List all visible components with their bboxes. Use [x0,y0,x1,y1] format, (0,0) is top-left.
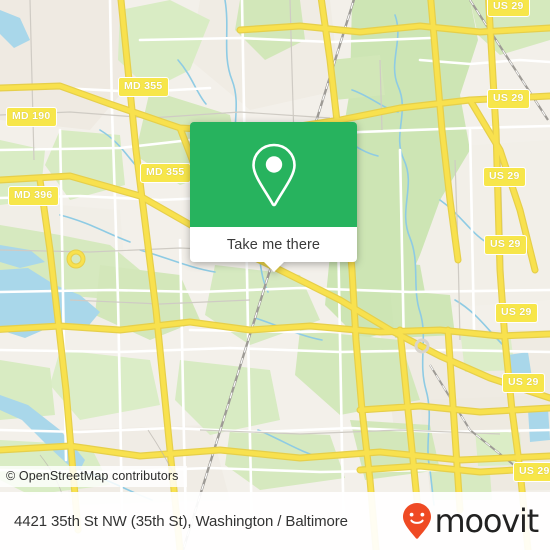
take-me-there-label: Take me there [226,236,321,253]
map-pin-icon [251,143,296,206]
moovit-pin-smiley-icon [403,503,432,539]
footer-bar: 4421 35th St NW (35th St), Washington / … [0,492,550,550]
osm-attribution[interactable]: © OpenStreetMap contributors [0,466,187,487]
map-screen: MD 355 MD 190 MD 396 MD 355 US 29 US 29 … [0,0,550,550]
moovit-wordmark: moovit [434,502,539,540]
moovit-logo[interactable]: moovit [402,502,539,540]
road-shield[interactable]: US 29 [495,303,538,323]
road-shield[interactable]: US 29 [487,0,530,17]
popup-tail [262,261,285,272]
road-shield[interactable]: MD 396 [8,186,59,206]
location-popup[interactable]: Take me there [190,122,357,272]
road-shield[interactable]: US 29 [484,235,527,255]
road-shield[interactable]: US 29 [483,167,526,187]
address-title: 4421 35th St NW (35th St), Washington / … [14,512,348,530]
popup-footer[interactable]: Take me there [190,227,357,272]
road-shield[interactable]: US 29 [487,89,530,109]
road-shield[interactable]: MD 355 [118,77,169,97]
road-shield[interactable]: MD 355 [140,163,191,183]
road-shield[interactable]: MD 190 [6,107,57,127]
road-shield[interactable]: US 29 [502,373,545,393]
popup-header [190,122,357,227]
road-shield[interactable]: US 29 [513,462,550,482]
